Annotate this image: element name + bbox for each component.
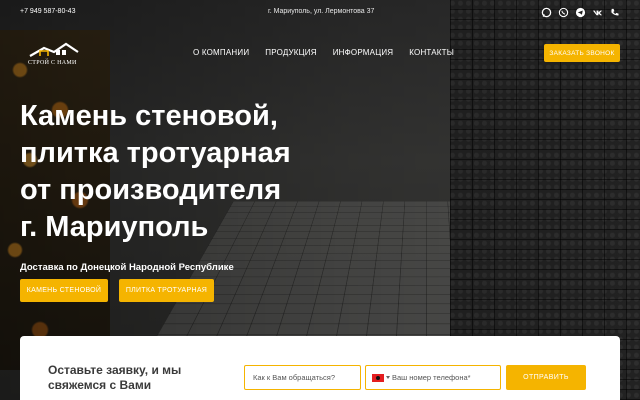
- request-call-button[interactable]: ЗАКАЗАТЬ ЗВОНОК: [544, 44, 620, 62]
- phone-icon[interactable]: [609, 7, 620, 18]
- wall-stone-button[interactable]: КАМЕНЬ СТЕНОВОЙ: [20, 279, 108, 302]
- country-flag-icon[interactable]: [372, 374, 384, 382]
- main-nav: О КОМПАНИИ ПРОДУКЦИЯ ИНФОРМАЦИЯ КОНТАКТЫ: [193, 48, 454, 57]
- phone-field[interactable]: Ваш номер телефона*: [365, 365, 501, 390]
- name-field[interactable]: Как к Вам обращаться?: [244, 365, 361, 390]
- address-text: г. Мариуполь, ул. Лермонтова 37: [268, 8, 375, 15]
- phone-placeholder: Ваш номер телефона*: [392, 373, 471, 382]
- phone-link[interactable]: +7 949 587-80-43: [20, 8, 75, 15]
- vk-icon[interactable]: [592, 7, 603, 18]
- hero-title-line: Камень стеновой,: [20, 100, 278, 132]
- submit-button[interactable]: ОТПРАВИТЬ: [506, 365, 586, 390]
- nav-item-about[interactable]: О КОМПАНИИ: [193, 48, 249, 57]
- whatsapp-icon[interactable]: [558, 7, 569, 18]
- form-title: Оставьте заявку, и мы свяжемся с Вами: [48, 363, 182, 392]
- social-links: [541, 7, 620, 18]
- hero-title-line: от производителя: [20, 174, 282, 206]
- paving-tile-button[interactable]: ПЛИТКА ТРОТУАРНАЯ: [119, 279, 214, 302]
- telegram-icon[interactable]: [575, 7, 586, 18]
- hero-title: Камень стеновой, плитка тротуарная от пр…: [20, 98, 400, 246]
- top-bar: +7 949 587-80-43 г. Мариуполь, ул. Лермо…: [20, 7, 620, 20]
- chat-icon[interactable]: [541, 7, 552, 18]
- chevron-down-icon[interactable]: [386, 376, 390, 379]
- logo-text: СТРОЙ С НАМИ: [28, 60, 77, 66]
- nav-item-contacts[interactable]: КОНТАКТЫ: [409, 48, 454, 57]
- hero-subtitle: Доставка по Донецкой Народной Республике: [20, 262, 234, 273]
- hero-title-line: г. Мариуполь: [20, 211, 209, 243]
- nav-item-info[interactable]: ИНФОРМАЦИЯ: [333, 48, 394, 57]
- hero-title-line: плитка тротуарная: [20, 137, 291, 169]
- request-form-card: Оставьте заявку, и мы свяжемся с Вами Ка…: [20, 336, 620, 400]
- nav-item-products[interactable]: ПРОДУКЦИЯ: [265, 48, 316, 57]
